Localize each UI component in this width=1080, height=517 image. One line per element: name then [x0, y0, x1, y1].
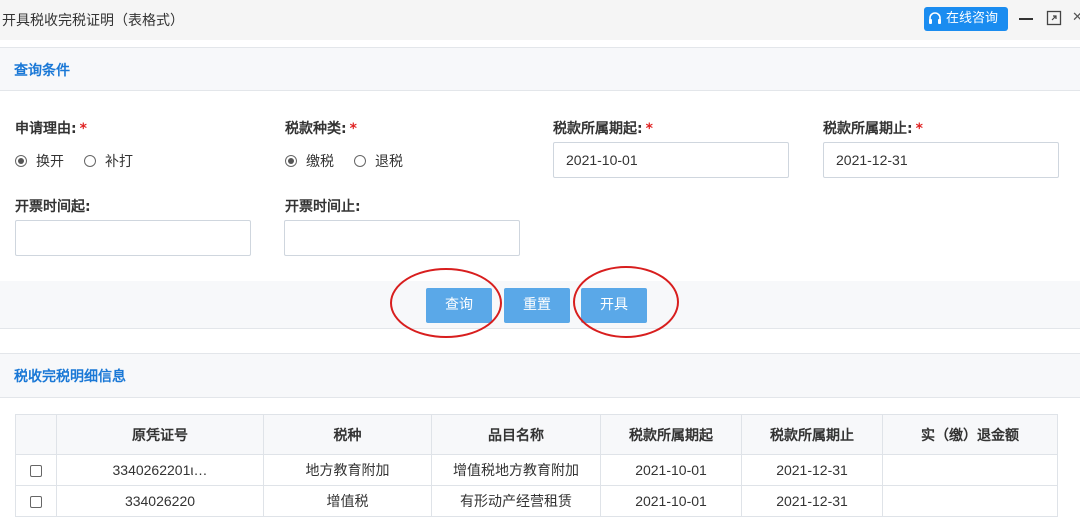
radio-unchecked-icon[interactable] [84, 155, 96, 167]
radio-checked-icon[interactable] [285, 155, 297, 167]
tax-type-option-refund[interactable]: 退税 [354, 151, 403, 171]
period-end-input[interactable]: 2021-12-31 [823, 142, 1059, 178]
detail-table: 原凭证号 税种 品目名称 税款所属期起 税款所属期止 实（缴）退金额 33402… [15, 414, 1058, 517]
voucher-cell: 3340262201ι… [56, 454, 264, 486]
reason-option-reprint[interactable]: 补打 [84, 151, 133, 171]
item-cell: 增值税地方教育附加 [431, 454, 601, 486]
detail-panel-title: 税收完税明细信息 [14, 369, 126, 385]
amount-cell [882, 485, 1058, 517]
maximize-icon[interactable] [1046, 10, 1062, 26]
online-consult-label: 在线咨询 [946, 11, 999, 26]
period-start-cell: 2021-10-01 [600, 485, 742, 517]
close-icon[interactable]: ✕ [1072, 10, 1080, 25]
reason-radio-group: 换开 补打 [15, 151, 153, 171]
period-end-label: 税款所属期止: * [823, 121, 923, 137]
invoice-end-input[interactable] [284, 220, 520, 256]
table-header-row: 原凭证号 税种 品目名称 税款所属期起 税款所属期止 实（缴）退金额 [15, 414, 1058, 455]
tax-type-option-pay[interactable]: 缴税 [285, 151, 334, 171]
item-cell: 有形动产经营租赁 [431, 485, 601, 517]
row-checkbox[interactable] [30, 496, 42, 509]
invoice-start-input[interactable] [15, 220, 251, 256]
tax-cell: 增值税 [263, 485, 432, 517]
reason-label: 申请理由: * [15, 121, 87, 137]
amount-cell [882, 454, 1058, 486]
voucher-cell: 334026220 [56, 485, 264, 517]
row-checkbox[interactable] [30, 465, 42, 478]
title-bar: 开具税收完税证明（表格式） 在线咨询 ✕ [0, 0, 1080, 40]
reset-button[interactable]: 重置 [504, 288, 570, 323]
select-all-column [15, 414, 57, 455]
tax-cell: 地方教育附加 [263, 454, 432, 486]
reason-option-reissue[interactable]: 换开 [15, 151, 64, 171]
column-header[interactable]: 品目名称 [431, 414, 601, 455]
column-header[interactable]: 原凭证号 [56, 414, 264, 455]
minimize-icon[interactable] [1019, 18, 1033, 20]
column-header[interactable]: 税种 [263, 414, 432, 455]
period-start-label: 税款所属期起: * [553, 121, 653, 137]
radio-checked-icon[interactable] [15, 155, 27, 167]
invoice-end-label: 开票时间止: [285, 199, 361, 215]
column-header[interactable]: 税款所属期起 [600, 414, 742, 455]
invoice-start-label: 开票时间起: [15, 199, 91, 215]
period-start-input[interactable]: 2021-10-01 [553, 142, 789, 178]
tax-type-radio-group: 缴税 退税 [285, 151, 423, 171]
table-row[interactable]: 3340262201ι… 地方教育附加 增值税地方教育附加 2021-10-01… [15, 454, 1058, 486]
query-panel-header: 查询条件 [0, 47, 1080, 91]
period-end-cell: 2021-12-31 [741, 485, 883, 517]
detail-panel-header: 税收完税明细信息 [0, 353, 1080, 398]
column-header[interactable]: 税款所属期止 [741, 414, 883, 455]
period-end-cell: 2021-12-31 [741, 454, 883, 486]
table-row[interactable]: 334026220 增值税 有形动产经营租赁 2021-10-01 2021-1… [15, 485, 1058, 517]
issue-button[interactable]: 开具 [581, 288, 647, 323]
online-consult-button[interactable]: 在线咨询 [924, 7, 1008, 31]
page-title: 开具税收完税证明（表格式） [2, 13, 184, 29]
headset-icon [929, 12, 941, 24]
query-panel-title: 查询条件 [14, 63, 70, 79]
radio-unchecked-icon[interactable] [354, 155, 366, 167]
column-header[interactable]: 实（缴）退金额 [882, 414, 1058, 455]
tax-type-label: 税款种类: * [285, 121, 357, 137]
period-start-cell: 2021-10-01 [600, 454, 742, 486]
query-button[interactable]: 查询 [426, 288, 492, 323]
